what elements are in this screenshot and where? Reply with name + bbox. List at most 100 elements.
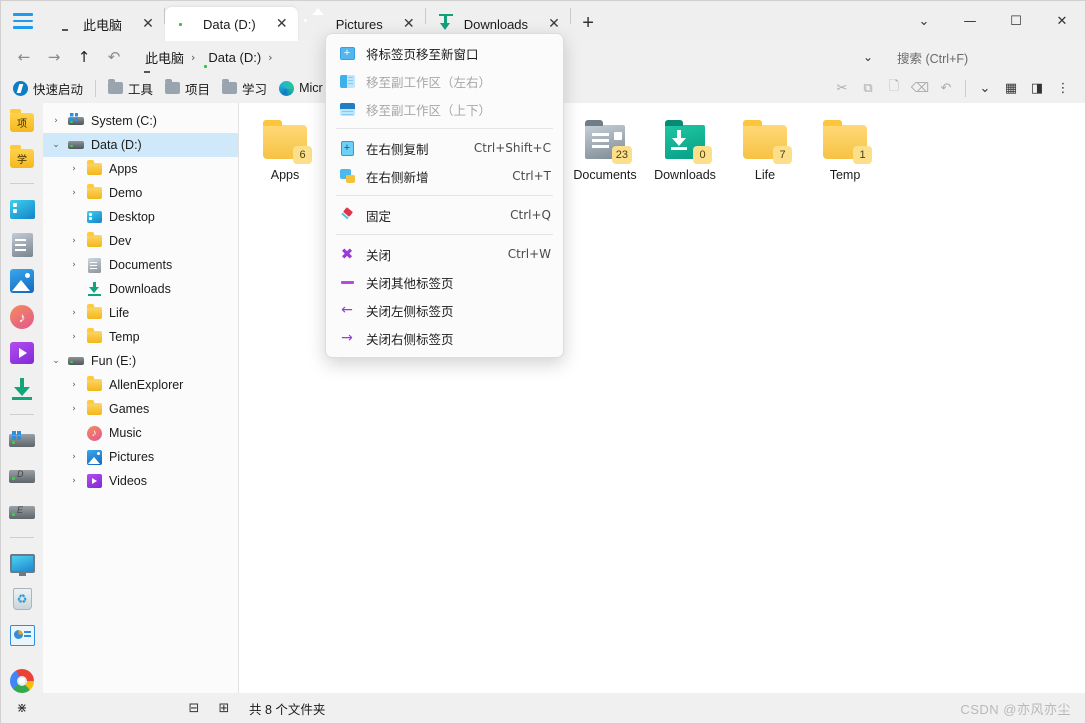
breadcrumb-this-pc[interactable]: 此电脑 (135, 46, 188, 69)
dock-videos[interactable] (9, 340, 35, 366)
details-view-icon[interactable]: ⊟ (179, 693, 209, 723)
tree-item-dev[interactable]: ›Dev (43, 229, 238, 253)
tree-expand-icon[interactable]: › (65, 164, 83, 174)
copy-icon[interactable]: ⧉ (856, 76, 880, 100)
tree-expand-icon[interactable]: › (65, 260, 83, 270)
file-item-documents[interactable]: 23Documents (565, 113, 645, 186)
tree-item-videos[interactable]: ›Videos (43, 469, 238, 493)
bookmark-projects[interactable]: 项目 (159, 76, 216, 101)
up-button[interactable]: ↑ (69, 44, 99, 70)
menu-item-close-others[interactable]: 关闭其他标签页 (326, 268, 563, 296)
file-item-life[interactable]: 7Life (725, 113, 805, 186)
tree-item-temp[interactable]: ›Temp (43, 325, 238, 349)
paste-icon[interactable]: 🗋 (882, 76, 906, 100)
tab-list-chevron-icon[interactable]: ⌄ (901, 1, 947, 41)
tree-expand-icon[interactable]: › (65, 308, 83, 318)
new-tab-button[interactable]: + (571, 7, 605, 39)
tab-context-menu[interactable]: 将标签页移至新窗口移至副工作区（左右）移至副工作区（上下）在右侧复制Ctrl+S… (325, 33, 564, 358)
status-collapse[interactable]: ⋇ (1, 693, 43, 723)
documents-icon (83, 258, 105, 273)
tree-item-allenexplorer[interactable]: ›AllenExplorer (43, 373, 238, 397)
address-dropdown-icon[interactable]: ⌄ (853, 48, 883, 66)
more-options-icon[interactable]: ⋮ (1051, 76, 1075, 100)
tree-item-life[interactable]: ›Life (43, 301, 238, 325)
tree-expand-icon[interactable]: › (65, 188, 83, 198)
tree-expand-icon[interactable]: › (65, 380, 83, 390)
split-left-right-icon (336, 75, 358, 88)
menu-item-new-tab-right[interactable]: 在右侧新增Ctrl+T (326, 162, 563, 190)
tree-expand-icon[interactable]: › (47, 116, 65, 126)
refresh-button[interactable]: ↶ (99, 44, 129, 70)
tree-rows: ›System (C:)⌄Data (D:)›Apps›DemoDesktop›… (43, 109, 238, 693)
undo-icon[interactable]: ↶ (934, 76, 958, 100)
menu-item-pin[interactable]: 固定Ctrl+Q (326, 201, 563, 229)
tree-item-system-c[interactable]: ›System (C:) (43, 109, 238, 133)
tab-close-icon[interactable]: ✕ (272, 14, 292, 34)
search-input[interactable]: 搜索 (Ctrl+F) (887, 45, 1077, 70)
close-window-button[interactable]: ✕ (1039, 1, 1085, 41)
menu-item-move-to-new-window[interactable]: 将标签页移至新窗口 (326, 39, 563, 67)
tab-data-d[interactable]: Data (D:) ✕ (165, 7, 298, 41)
dock-folder-study[interactable]: 学 (9, 145, 35, 171)
tree-item-demo[interactable]: ›Demo (43, 181, 238, 205)
tree-expand-icon[interactable]: ⌄ (47, 140, 65, 150)
tree-item-data-d[interactable]: ⌄Data (D:) (43, 133, 238, 157)
tree-expand-icon[interactable]: ⌄ (47, 356, 65, 366)
tree-item-desktop[interactable]: Desktop (43, 205, 238, 229)
back-button[interactable]: ← (9, 44, 39, 70)
tree-expand-icon[interactable]: › (65, 332, 83, 342)
file-item-apps[interactable]: 6Apps (245, 113, 325, 186)
tree-item-apps[interactable]: ›Apps (43, 157, 238, 181)
quick-launch-button[interactable]: 快速启动 (7, 76, 89, 101)
dock-folder-projects[interactable]: 项 (9, 109, 35, 135)
menu-item-close-right[interactable]: →关闭右侧标签页 (326, 324, 563, 352)
dock-recycle-bin[interactable] (9, 586, 35, 612)
minimize-button[interactable]: — (947, 1, 993, 41)
tab-this-pc[interactable]: 此电脑 ✕ (45, 7, 164, 41)
bookmark-tools[interactable]: 工具 (102, 76, 159, 101)
tree-expand-icon[interactable]: › (65, 452, 83, 462)
tree-item-downloads[interactable]: Downloads (43, 277, 238, 301)
tree-view-icon[interactable]: ⊞ (209, 693, 239, 723)
dock-drive-e[interactable]: E (9, 499, 35, 525)
file-item-downloads[interactable]: 0Downloads (645, 113, 725, 186)
menu-item-duplicate-right[interactable]: 在右侧复制Ctrl+Shift+C (326, 134, 563, 162)
cut-icon[interactable]: ✂ (830, 76, 854, 100)
forward-button[interactable]: → (39, 44, 69, 70)
tree-item-fun-e[interactable]: ⌄Fun (E:) (43, 349, 238, 373)
dock-drive-d[interactable]: D (9, 463, 35, 489)
dock-documents[interactable] (9, 232, 35, 258)
dock-chrome[interactable] (9, 668, 35, 693)
tree-expand-icon[interactable]: › (65, 404, 83, 414)
dock-downloads[interactable] (9, 376, 35, 402)
dock-desktop[interactable] (9, 196, 35, 222)
tree-expand-icon[interactable]: › (65, 476, 83, 486)
bookmark-microsoft[interactable]: Micr (273, 78, 329, 99)
collapse-icon[interactable]: ⋇ (7, 693, 37, 723)
dock-music[interactable] (9, 304, 35, 330)
dock-this-pc[interactable] (9, 550, 35, 576)
dock-control-panel[interactable] (9, 622, 35, 648)
tree-item-music[interactable]: Music (43, 421, 238, 445)
tree-item-pictures[interactable]: ›Pictures (43, 445, 238, 469)
bookmark-study[interactable]: 学习 (216, 76, 273, 101)
file-item-temp[interactable]: 1Temp (805, 113, 885, 186)
maximize-button[interactable]: ☐ (993, 1, 1039, 41)
expand-icon[interactable]: ⌄ (973, 76, 997, 100)
delete-icon[interactable]: ⌫ (908, 76, 932, 100)
view-grid-icon[interactable]: ▦ (999, 76, 1023, 100)
download-icon (438, 15, 456, 33)
tab-close-icon[interactable]: ✕ (138, 14, 158, 34)
breadcrumb-data-d[interactable]: Data (D:) (198, 48, 265, 67)
dock-drive-c[interactable] (9, 427, 35, 453)
preview-pane-icon[interactable]: ◨ (1025, 76, 1049, 100)
tree-expand-icon[interactable]: › (65, 236, 83, 246)
tab-close-icon[interactable]: ✕ (399, 14, 419, 34)
tree-item-documents[interactable]: ›Documents (43, 253, 238, 277)
tree-item-games[interactable]: ›Games (43, 397, 238, 421)
menu-item-close[interactable]: ✖关闭Ctrl+W (326, 240, 563, 268)
menu-hamburger-icon[interactable] (1, 1, 45, 41)
menu-item-close-left[interactable]: ←关闭左侧标签页 (326, 296, 563, 324)
tab-close-icon[interactable]: ✕ (544, 14, 564, 34)
dock-pictures[interactable] (9, 268, 35, 294)
